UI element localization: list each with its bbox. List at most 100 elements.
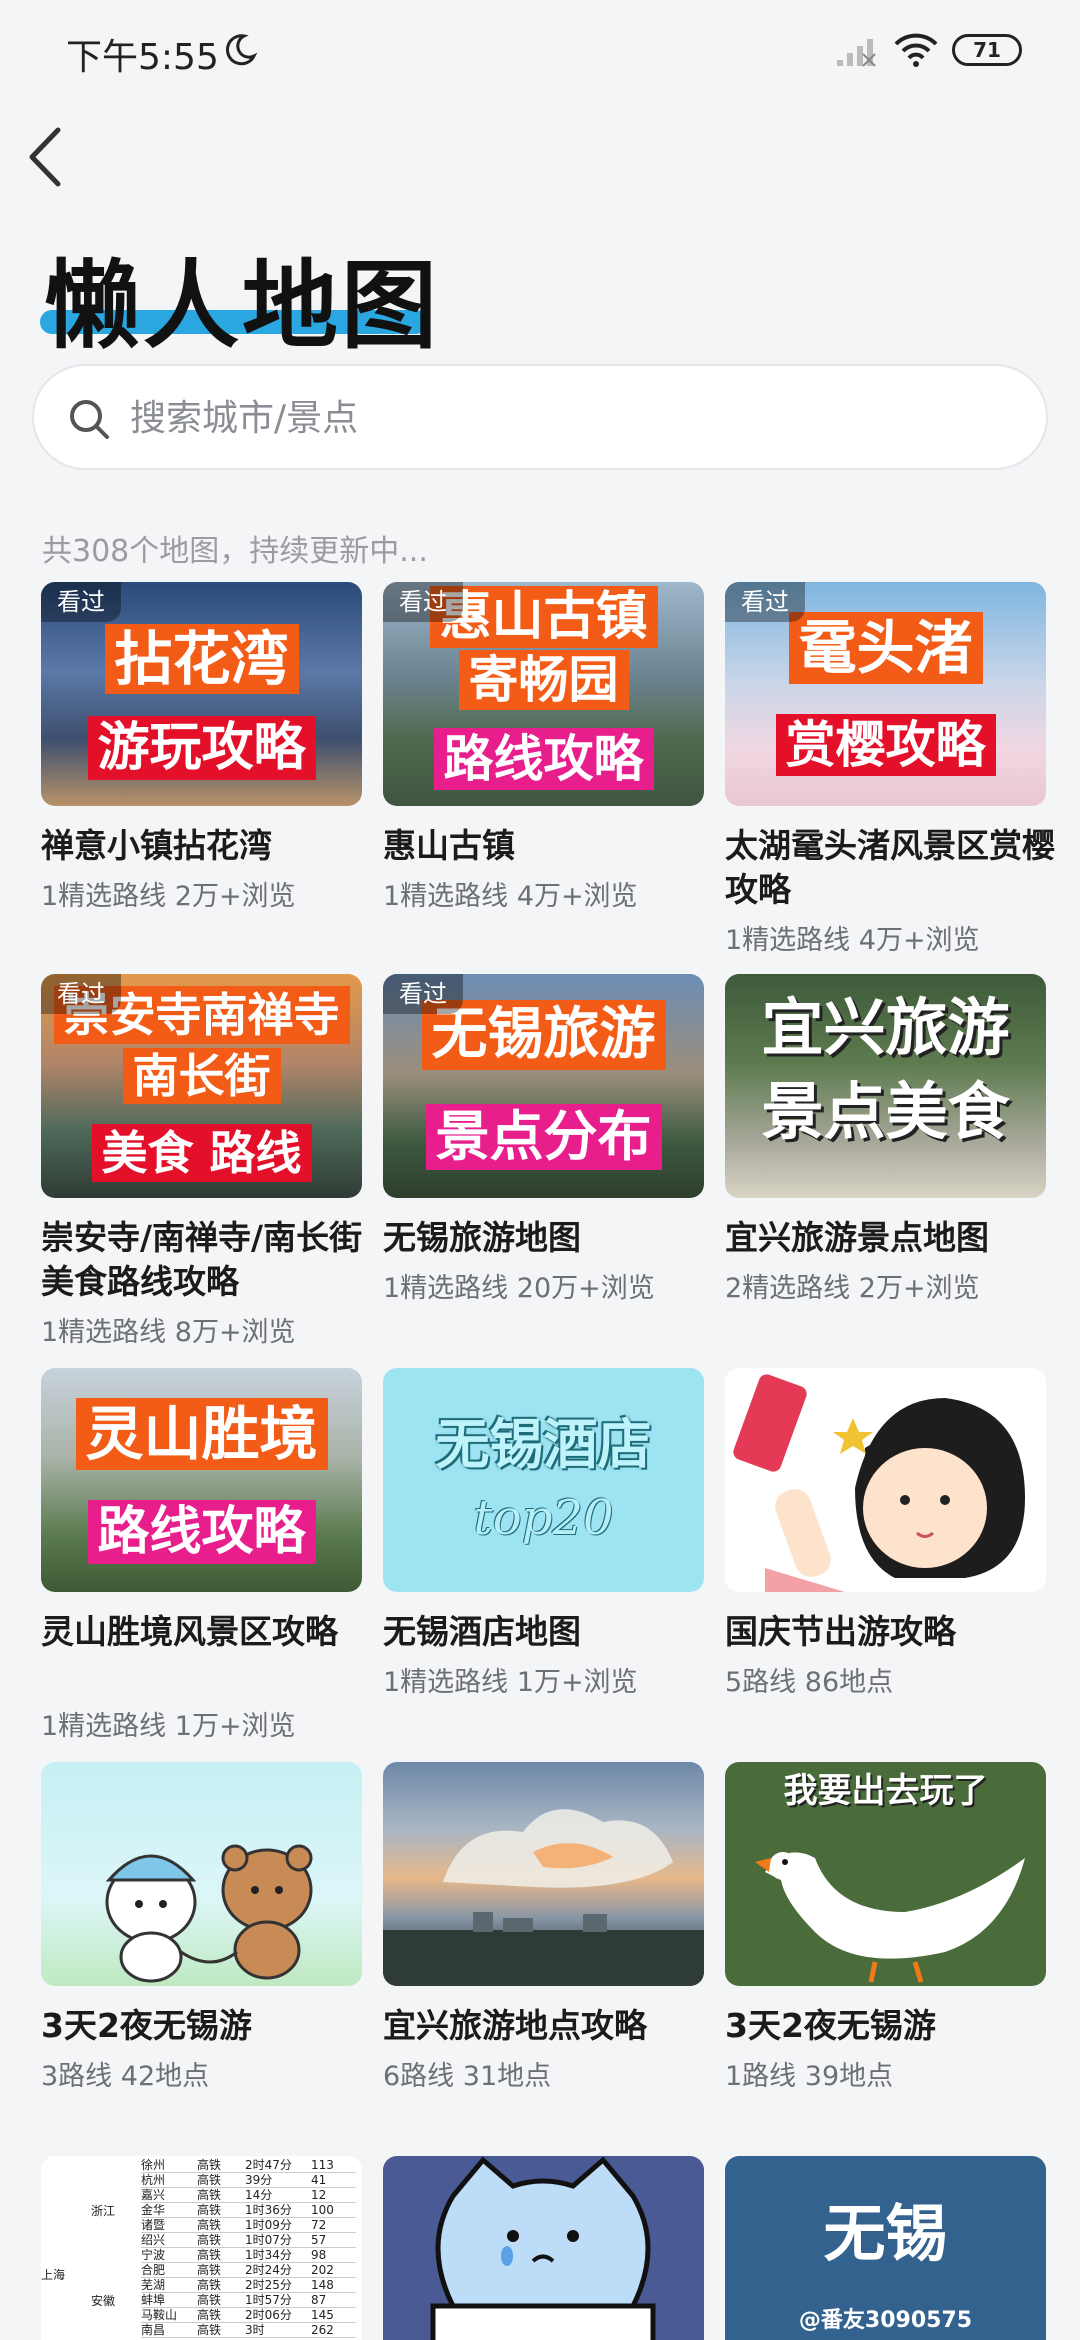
card-meta: 1精选路线 1万+浏览 — [41, 1711, 296, 1742]
card-title: 惠山古镇 — [383, 826, 515, 865]
table-cell: 绍兴 — [141, 2233, 166, 2247]
map-count-text: 共308个地图，持续更新中... — [42, 534, 428, 569]
map-thumbnail — [383, 2156, 704, 2340]
table-cell: 南昌 — [141, 2323, 166, 2337]
card-meta: 1精选路线 8万+浏览 — [41, 1317, 296, 1348]
map-thumbnail: 徐州 高铁 2时47分 113 杭州 高铁 39分 41 嘉兴 高铁 14分 12 金华 高铁 1时36分 1… — [41, 2156, 362, 2340]
map-thumbnail — [41, 1762, 362, 1986]
thumb-banner-title: 拈花湾 — [104, 624, 299, 694]
thumb-banner-title: 无锡 — [823, 2197, 948, 2270]
table-province: 上海 — [41, 2268, 66, 2282]
page-title: 懒人地图 — [44, 250, 440, 362]
map-thumbnail: 无锡酒店 top20 — [383, 1368, 704, 1592]
card-meta: 3路线 42地点 — [41, 2061, 210, 2092]
table-cell: 14分 — [245, 2188, 273, 2202]
map-thumbnail — [383, 1762, 704, 1986]
card-meta: 1精选路线 4万+浏览 — [383, 881, 638, 912]
table-cell: 高铁 — [197, 2293, 222, 2307]
battery-indicator: 71 — [952, 34, 1022, 66]
card-meta: 1精选路线 4万+浏览 — [725, 925, 980, 956]
signal-icon — [837, 39, 876, 67]
thumb-banner-subtitle: top20 — [473, 1490, 614, 1546]
search-bar[interactable] — [32, 364, 1048, 470]
table-cell: 1时36分 — [245, 2203, 292, 2217]
table-cell: 金华 — [141, 2203, 166, 2217]
map-thumbnail: 宜兴旅游 景点美食 — [725, 974, 1046, 1198]
table-cell: 57 — [311, 2233, 327, 2247]
map-thumbnail: 灵山胜境 路线攻略 — [41, 1368, 362, 1592]
table-cell: 高铁 — [197, 2263, 222, 2277]
cloud-landscape-photo — [383, 1809, 704, 1986]
thumb-banner-subtitle: 景点分布 — [425, 1104, 662, 1170]
table-cell: 高铁 — [197, 2158, 222, 2172]
table-row: 诸暨 高铁 1时09分 72 — [141, 2218, 356, 2233]
table-cell: 72 — [311, 2218, 327, 2232]
table-row: 合肥 高铁 2时24分 202 — [141, 2263, 356, 2278]
search-icon — [70, 400, 109, 439]
map-thumbnail: 看过 崇安寺南禅寺 南长街 美食 路线 — [41, 974, 362, 1198]
map-thumbnail: 看过 惠山古镇 寄畅园 路线攻略 — [383, 582, 704, 806]
table-cell: 2时25分 — [245, 2278, 292, 2292]
travel-time-table: 徐州 高铁 2时47分 113 杭州 高铁 39分 41 嘉兴 高铁 14分 12 金华 高铁 1时36分 1… — [41, 2156, 362, 2340]
table-cell: 87 — [311, 2293, 327, 2307]
table-row: 蚌埠 高铁 1时57分 87 — [141, 2293, 356, 2308]
table-cell: 2时24分 — [245, 2263, 292, 2277]
search-input[interactable] — [130, 388, 1010, 448]
seen-badge: 看过 — [383, 974, 463, 1014]
table-row: 金华 高铁 1时36分 100 — [141, 2203, 356, 2218]
table-cell: 1时34分 — [245, 2248, 292, 2262]
table-row: 杭州 高铁 39分 41 — [141, 2173, 356, 2188]
thumb-banner-title-2: 南长街 — [122, 1048, 281, 1104]
table-cell: 合肥 — [141, 2263, 166, 2277]
goose-illustration — [755, 1852, 1025, 1983]
table-cell: 诸暨 — [141, 2218, 166, 2232]
seen-badge: 看过 — [383, 582, 463, 622]
thumb-banner-title-2: 寄畅园 — [458, 650, 629, 710]
table-cell: 148 — [311, 2278, 334, 2292]
table-cell: 蚌埠 — [141, 2293, 166, 2307]
table-cell: 宁波 — [141, 2248, 166, 2262]
bears-illustration — [105, 1844, 313, 1983]
table-cell: 芜湖 — [141, 2278, 166, 2292]
card-title: 禅意小镇拈花湾 — [41, 826, 272, 865]
status-bar: 下午5:55 71 — [0, 0, 1080, 100]
map-thumbnail: 我要出去玩了 — [725, 1762, 1046, 1986]
table-cell: 262 — [311, 2323, 334, 2337]
table-cell: 145 — [311, 2308, 334, 2322]
table-cell: 高铁 — [197, 2308, 222, 2322]
card-title: 无锡酒店地图 — [383, 1612, 581, 1651]
thumb-banner-subtitle: 游玩攻略 — [87, 716, 316, 780]
thumb-banner-title: 灵山胜境 — [75, 1398, 328, 1470]
table-row: 嘉兴 高铁 14分 12 — [141, 2188, 356, 2203]
moon-icon — [225, 34, 258, 66]
card-title: 宜兴旅游景点地图 — [725, 1218, 989, 1257]
table-province: 安徽 — [91, 2294, 116, 2308]
table-cell: 113 — [311, 2158, 334, 2172]
card-title: 无锡旅游地图 — [383, 1218, 581, 1257]
table-cell: 嘉兴 — [141, 2188, 166, 2202]
table-cell: 高铁 — [197, 2278, 222, 2292]
table-province: 浙江 — [91, 2204, 116, 2218]
table-cell: 202 — [311, 2263, 334, 2277]
table-row: 芜湖 高铁 2时25分 148 — [141, 2278, 356, 2293]
card-title: 灵山胜境风景区攻略 — [41, 1612, 338, 1651]
back-button[interactable] — [22, 122, 70, 192]
status-time: 下午5:55 — [66, 37, 219, 78]
table-cell: 马鞍山 — [141, 2308, 178, 2322]
thumb-banner-subtitle: 路线攻略 — [87, 1500, 316, 1564]
table-cell: 高铁 — [197, 2233, 222, 2247]
table-cell: 39分 — [245, 2173, 273, 2187]
table-row: 绍兴 高铁 1时07分 57 — [141, 2233, 356, 2248]
card-title: 宜兴旅游地点攻略 — [383, 2006, 647, 2045]
table-cell: 2时06分 — [245, 2308, 292, 2322]
card-title: 崇安寺/南禅寺/南长街美食路线攻略 — [41, 1218, 363, 1301]
map-thumbnail: 无锡 @番友3090575 — [725, 2156, 1046, 2340]
thumb-banner-title: 宜兴旅游 — [761, 991, 1010, 1064]
card-title: 3天2夜无锡游 — [725, 2006, 936, 2045]
table-cell: 高铁 — [197, 2218, 222, 2232]
thumb-banner-title: 鼋头渚 — [788, 612, 983, 684]
thumb-banner-subtitle: 美食 路线 — [91, 1124, 312, 1182]
table-cell: 3时 — [245, 2323, 265, 2337]
selfie-girl-illustration — [733, 1374, 1025, 1592]
table-cell: 98 — [311, 2248, 327, 2262]
